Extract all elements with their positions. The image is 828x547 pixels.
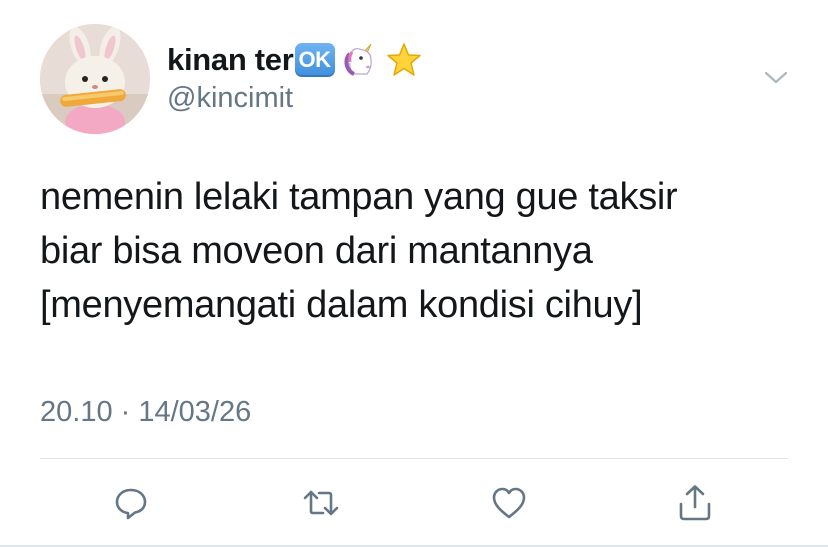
display-name[interactable]: kinan ter (167, 42, 294, 78)
chevron-down-icon[interactable] (762, 68, 790, 88)
like-button[interactable] (490, 484, 528, 522)
author-name-row[interactable]: kinan ter OK (167, 40, 423, 80)
share-icon (679, 485, 711, 521)
reply-button[interactable] (112, 484, 150, 522)
share-button[interactable] (676, 484, 714, 522)
divider (40, 458, 788, 459)
retweet-button[interactable] (302, 484, 340, 522)
tweet-text: nemenin lelaki tampan yang gue taksir bi… (40, 170, 800, 332)
tweet-text-line: [menyemangati dalam kondisi cihuy] (40, 284, 643, 326)
unicorn-icon (341, 42, 379, 78)
star-icon (385, 42, 423, 78)
tweet-text-line: biar bisa moveon dari mantannya (40, 230, 593, 272)
user-handle[interactable]: @kincimit (167, 82, 293, 115)
avatar[interactable] (40, 24, 150, 134)
tweet-action-bar (0, 484, 828, 522)
avatar-bunny-image (40, 24, 150, 134)
retweet-icon (303, 490, 339, 516)
like-icon (492, 487, 526, 519)
ok-button-emoji: OK (294, 43, 335, 77)
reply-icon (115, 488, 147, 520)
tweet-text-line: nemenin lelaki tampan yang gue taksir (40, 176, 678, 218)
tweet-timestamp[interactable]: 20.10 · 14/03/26 (40, 396, 251, 429)
